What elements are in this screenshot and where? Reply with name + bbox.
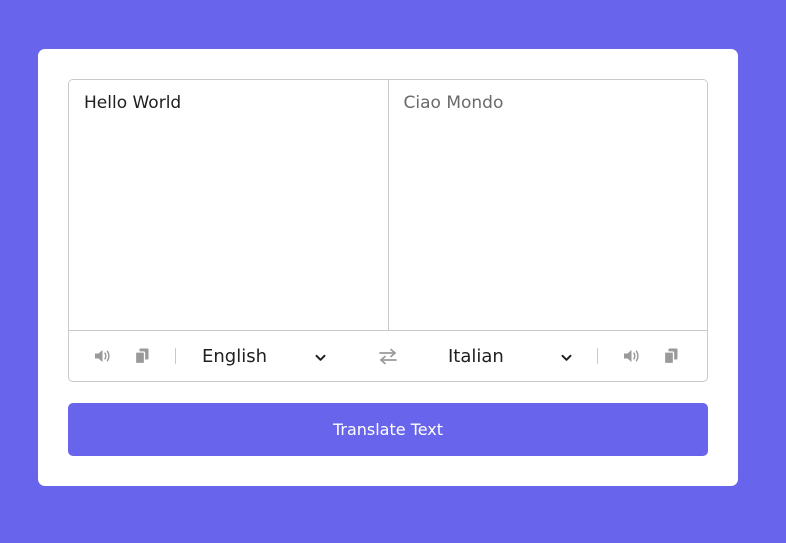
from-divider (175, 348, 176, 364)
to-speaker-icon[interactable] (622, 346, 642, 366)
text-input-area (69, 80, 707, 331)
translator-card: English Italian (38, 49, 738, 486)
chevron-down-icon (561, 346, 572, 367)
from-copy-icon[interactable] (132, 346, 152, 366)
chevron-down-icon (315, 346, 326, 367)
to-divider (597, 348, 598, 364)
from-language-label: English (202, 345, 267, 367)
to-language-select[interactable]: Italian (448, 346, 572, 367)
from-controls: English (93, 331, 326, 381)
exchange-icon[interactable] (378, 346, 398, 366)
to-controls: Italian (448, 331, 681, 381)
translator-wrapper: English Italian (68, 79, 708, 382)
from-icons (93, 346, 152, 366)
to-copy-icon[interactable] (661, 346, 681, 366)
from-speaker-icon[interactable] (93, 346, 113, 366)
from-language-select[interactable]: English (202, 346, 326, 367)
controls-bar: English Italian (69, 331, 707, 381)
translate-button[interactable]: Translate Text (68, 403, 708, 456)
to-text-output[interactable] (387, 80, 707, 330)
to-icons (622, 346, 681, 366)
from-text-input[interactable] (69, 80, 388, 330)
to-language-label: Italian (448, 345, 504, 367)
